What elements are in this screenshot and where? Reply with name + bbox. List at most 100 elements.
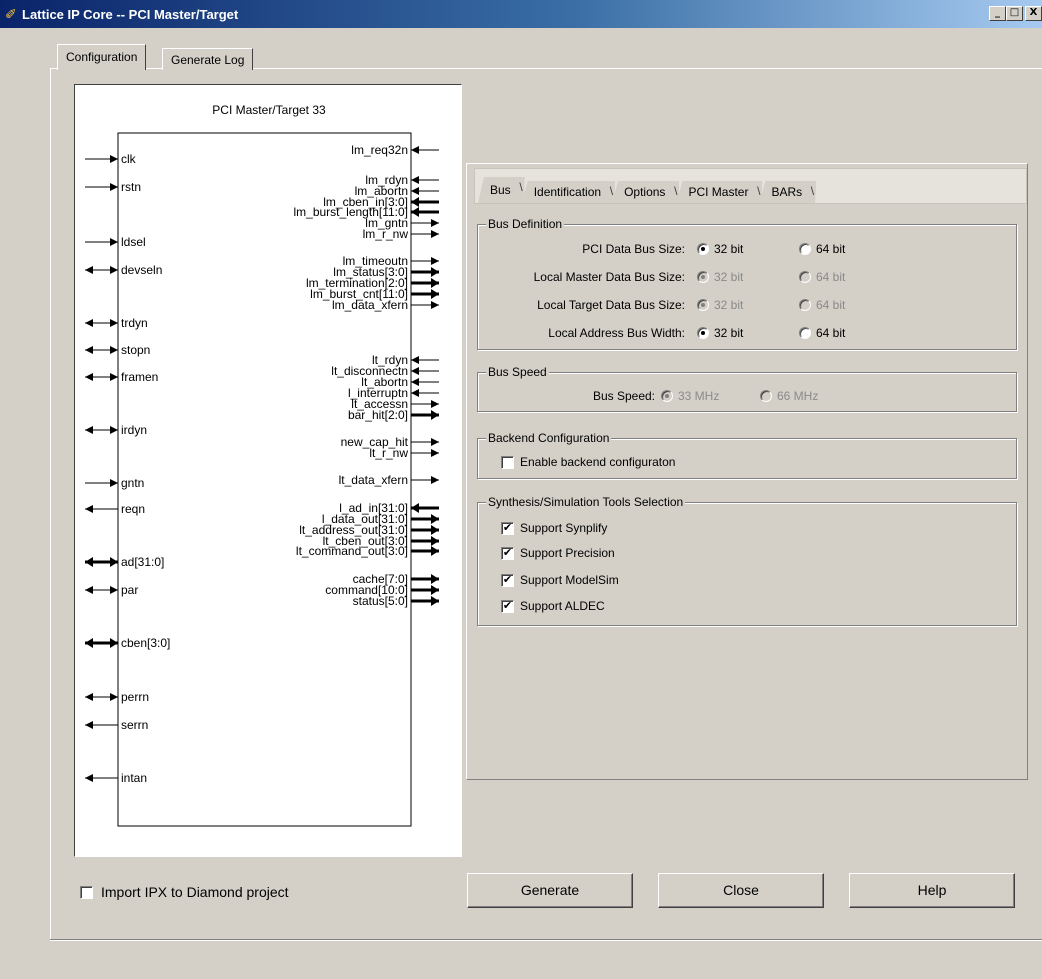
pin-label-left: intan [121,771,147,785]
radio-label: 32 bit [714,326,744,340]
radio-32-bit[interactable]: 32 bit [697,298,743,312]
tab-options[interactable]: Options [612,181,679,203]
pin-label-left: clk [121,152,137,166]
block-diagram-panel: PCI Master/Target 33 clk rstn ldsel devseln… [74,84,462,857]
arrow-head [411,207,419,217]
tool-checkbox[interactable]: ✔ Support Precision [501,546,615,560]
checkmark-icon: ✔ [501,572,514,587]
bus-speed-66-label: 66 MHz [777,389,819,403]
bus-speed-66-radio[interactable]: 66 MHz [760,389,818,403]
arrow-head [110,693,118,701]
bus-row-label: Local Master Data Bus Size: [533,270,685,284]
arrow-head [110,638,118,648]
radio-dot [697,271,709,283]
arrow-head [110,266,118,274]
block-diagram: clk rstn ldsel devseln trdyn stopn framen irdyn… [85,132,439,827]
checkbox-box [501,455,514,469]
checkmark-icon: ✔ [501,520,514,535]
arrow-head [431,289,439,299]
pin-label-left: perrn [121,690,149,704]
radio-label: 32 bit [714,270,744,284]
arrow-head [431,536,439,546]
pin-label-left: trdyn [121,316,148,330]
bus-definition-title: Bus Definition [486,217,565,231]
import-ipx-checkbox[interactable]: Import IPX to Diamond project [80,884,289,900]
radio-64-bit[interactable]: 64 bit [799,326,845,340]
pin-label-left: irdyn [121,423,147,437]
tool-checkbox[interactable]: ✔ Support Synplify [501,521,607,535]
radio-dot [799,271,811,283]
arrow-head [110,479,118,487]
tab-bus[interactable]: Bus [478,177,525,203]
close-button[interactable]: Close [658,873,824,908]
arrow-head [85,373,93,381]
arrow-head [411,146,419,154]
pin-label-left: rstn [121,180,141,194]
pin-label-right: lm_r_nw [363,227,409,241]
arrow-head [85,266,93,274]
arrow-head [431,476,439,484]
arrow-head [85,721,93,729]
pin-label-right: lt_r_nw [369,446,408,460]
arrow-head [411,187,419,195]
tool-checkbox[interactable]: ✔ Support ModelSim [501,573,619,587]
pin-label-left: ad[31:0] [121,555,164,569]
radio-dot [661,390,673,402]
arrow-head [110,373,118,381]
radio-64-bit[interactable]: 64 bit [799,242,845,256]
help-button[interactable]: Help [849,873,1015,908]
radio-dot [697,327,709,339]
radio-label: 64 bit [816,242,846,256]
arrow-head [411,197,419,207]
radio-32-bit[interactable]: 32 bit [697,242,743,256]
arrow-head [110,319,118,327]
enable-backend-checkbox[interactable]: Enable backend configuraton [501,455,675,469]
maximize-button[interactable]: □ [1006,6,1023,21]
bottom-separator [50,939,1042,941]
title-bar[interactable]: ✐ Lattice IP Core -- PCI Master/Target _… [0,0,1042,28]
pin-label-left: stopn [121,343,150,357]
arrow-head [85,774,93,782]
tab-bars[interactable]: BARs [759,181,816,203]
pin-label-right: lm_req32n [351,143,408,157]
close-window-button[interactable]: X [1025,6,1042,21]
arrow-head [431,574,439,584]
bus-speed-label: Bus Speed: [592,389,655,403]
arrow-head [431,438,439,446]
pin-label-right: lt_data_xfern [339,473,408,487]
arrow-head [411,503,419,513]
radio-32-bit[interactable]: 32 bit [697,326,743,340]
arrow-head [110,155,118,163]
arrow-head [431,257,439,265]
tab-identification[interactable]: Identification [522,181,615,203]
minimize-button[interactable]: _ [989,6,1006,21]
bus-speed-33-radio[interactable]: 33 MHz [661,389,719,403]
radio-label: 64 bit [816,270,846,284]
tab-pci-master[interactable]: PCI Master [676,181,762,203]
radio-label: 32 bit [714,298,744,312]
tab-configuration[interactable]: Configuration [57,44,147,70]
pin-label-left: reqn [121,502,145,516]
arrow-head [431,410,439,420]
tool-checkbox[interactable]: ✔ Support ALDEC [501,599,605,613]
generate-button[interactable]: Generate [467,873,633,908]
radio-64-bit[interactable]: 64 bit [799,270,845,284]
bus-speed-group: Bus Speed [477,365,1017,412]
arrow-head [431,301,439,309]
arrow-head [85,638,93,648]
backend-config-title: Backend Configuration [486,431,612,445]
window-title: Lattice IP Core -- PCI Master/Target [22,7,239,22]
tab-configuration-label: Configuration [66,50,138,64]
arrow-head [110,346,118,354]
arrow-head [411,378,419,386]
window-controls: _ □ X [989,6,1042,21]
checkmark-icon: ✔ [501,598,514,613]
pin-label-left: cben[3:0] [121,636,170,650]
radio-64-bit[interactable]: 64 bit [799,298,845,312]
tab-generate-log[interactable]: Generate Log [162,48,254,70]
tool-checkbox-label: Support Precision [520,546,615,560]
radio-32-bit[interactable]: 32 bit [697,270,743,284]
arrow-head [431,400,439,408]
pin-label-left: par [121,583,138,597]
pin-label-left: devseln [121,263,162,277]
